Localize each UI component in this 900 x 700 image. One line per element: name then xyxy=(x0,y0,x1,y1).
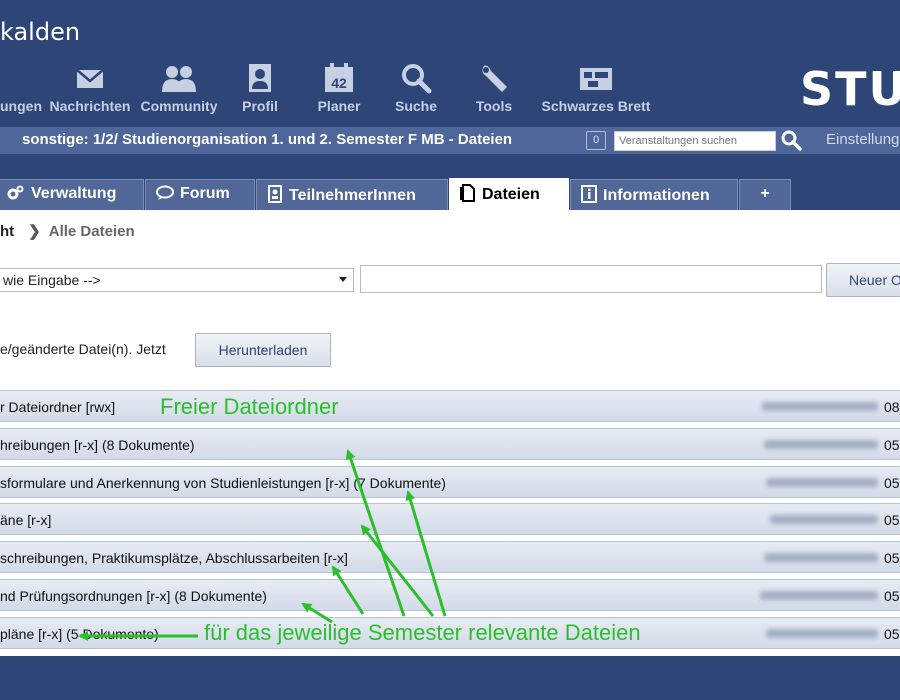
folder-row[interactable]: hreibungen [r-x] (8 Dokumente) 05 xyxy=(0,428,900,460)
tab-label: Informationen xyxy=(603,187,710,204)
wrench-icon xyxy=(482,65,507,92)
folder-date: 05 xyxy=(884,550,900,566)
folder-name[interactable]: äne [r-x] xyxy=(0,512,51,528)
folder-owner xyxy=(770,515,878,524)
nav-bulletin-board[interactable]: Schwarzes Brett xyxy=(538,62,654,122)
context-title: sonstige: 1/2/ Studienorganisation 1. un… xyxy=(22,131,513,148)
download-button[interactable]: Herunterladen xyxy=(195,333,331,367)
calendar-badge: 42 xyxy=(331,75,347,91)
nav-community[interactable]: Community xyxy=(138,62,220,122)
breadcrumb-current: Alle Dateien xyxy=(48,223,135,240)
tab-label: Forum xyxy=(180,185,230,202)
nav-label: Nachrichten xyxy=(49,98,131,114)
participants-icon xyxy=(268,185,282,203)
folder-row[interactable]: r Dateiordner [rwx] 08 xyxy=(0,390,900,422)
file-content-area: ht ❯ Alle Dateien wie Eingabe --> Neuer O … xyxy=(0,210,900,656)
folder-date: 05 xyxy=(884,626,900,642)
magnifier-icon xyxy=(402,64,432,94)
folder-date: 05 xyxy=(884,512,900,528)
context-bar: sonstige: 1/2/ Studienorganisation 1. un… xyxy=(0,127,900,154)
search-counter: 0 xyxy=(586,131,606,150)
folder-owner xyxy=(764,440,878,449)
tab-verwaltung[interactable]: Verwaltung xyxy=(0,179,144,210)
folder-name[interactable]: pläne [r-x] (5 Dokumente) xyxy=(0,626,159,642)
nav-label: Suche xyxy=(394,98,437,114)
folder-date: 08 xyxy=(884,399,900,415)
tab-label: TeilnehmerInnen xyxy=(289,187,416,204)
calendar-icon: 42 xyxy=(325,63,353,92)
courses-icon xyxy=(0,62,42,94)
speech-bubble-icon xyxy=(156,185,174,200)
folder-name[interactable]: hreibungen [r-x] (8 Dokumente) xyxy=(0,437,195,453)
tab-label: + xyxy=(760,185,770,202)
settings-link[interactable]: Einstellung xyxy=(826,131,899,148)
tab-participants[interactable]: TeilnehmerInnen xyxy=(256,179,448,210)
tab-strip: Verwaltung Forum TeilnehmerInnen Dateien… xyxy=(0,154,900,210)
nav-search[interactable]: Suche xyxy=(392,62,440,122)
top-header: kalden ungen Nachrichten Community Profi… xyxy=(0,0,900,127)
logo: STU xyxy=(800,62,900,116)
board-icon xyxy=(580,68,612,90)
people-icon xyxy=(162,66,196,92)
nav-label: Profil xyxy=(242,98,278,114)
tab-label: Verwaltung xyxy=(31,185,117,202)
bottom-band xyxy=(0,656,900,700)
nav-label: Schwarzes Brett xyxy=(541,98,651,114)
tab-add[interactable]: + xyxy=(739,179,791,210)
chevron-down-icon xyxy=(339,277,347,282)
tab-forum[interactable]: Forum xyxy=(145,179,255,210)
nav-messages[interactable]: Nachrichten xyxy=(46,62,134,122)
annotation-free-folder: Freier Dateiordner xyxy=(160,394,339,419)
course-search-input[interactable] xyxy=(614,131,776,151)
download-text: e/geänderte Datei(n). Jetzt xyxy=(0,341,166,357)
folder-owner xyxy=(760,591,878,600)
nav-tools[interactable]: Tools xyxy=(472,62,516,122)
folder-row[interactable]: sformulare und Anerkennung von Studienle… xyxy=(0,466,900,498)
folder-name[interactable]: schreibungen, Praktikumsplätze, Abschlus… xyxy=(0,550,348,566)
search-icon[interactable] xyxy=(780,129,802,151)
folder-name-input[interactable] xyxy=(360,265,822,293)
tab-dateien[interactable]: Dateien xyxy=(449,178,569,210)
folder-row[interactable]: nd Prüfungsordnungen [r-x] (8 Dokumente)… xyxy=(0,579,900,611)
folder-name[interactable]: r Dateiordner [rwx] xyxy=(0,399,115,415)
profile-icon xyxy=(249,64,271,92)
new-folder-button[interactable]: Neuer O xyxy=(826,263,900,297)
folder-type-select[interactable]: wie Eingabe --> xyxy=(0,268,354,292)
folder-date: 05 xyxy=(884,588,900,604)
folder-name[interactable]: sformulare und Anerkennung von Studienle… xyxy=(0,475,446,491)
select-value: wie Eingabe --> xyxy=(3,272,101,288)
document-icon xyxy=(460,184,475,202)
nav-planner[interactable]: 42 Planer xyxy=(314,62,364,122)
breadcrumb-first[interactable]: ht xyxy=(0,223,14,240)
chevron-right-icon: ❯ xyxy=(28,223,41,240)
folder-date: 05 xyxy=(884,437,900,453)
info-icon xyxy=(581,185,597,203)
folder-owner xyxy=(762,402,878,411)
nav-profile[interactable]: Profil xyxy=(238,62,282,122)
tab-label: Dateien xyxy=(482,186,540,203)
tab-informationen[interactable]: Informationen xyxy=(570,179,738,210)
folder-owner xyxy=(766,478,878,487)
folder-name[interactable]: nd Prüfungsordnungen [r-x] (8 Dokumente) xyxy=(0,588,267,604)
nav-label: Tools xyxy=(475,98,513,114)
annotation-semester-files: für das jeweilige Semester relevante Dat… xyxy=(204,620,641,645)
nav-label: Community xyxy=(140,98,218,114)
folder-row[interactable]: schreibungen, Praktikumsplätze, Abschlus… xyxy=(0,541,900,573)
nav-courses[interactable]: ungen xyxy=(0,62,42,122)
envelope-icon xyxy=(76,69,104,88)
gears-icon xyxy=(7,185,24,200)
folder-row[interactable]: äne [r-x] 05 xyxy=(0,503,900,535)
folder-date: 05 xyxy=(884,475,900,491)
nav-label: Planer xyxy=(317,98,361,114)
site-title: kalden xyxy=(0,18,81,46)
folder-owner xyxy=(764,553,878,562)
folder-owner xyxy=(766,629,878,638)
nav-label: ungen xyxy=(0,98,42,114)
breadcrumb: ht ❯ Alle Dateien xyxy=(0,222,135,240)
